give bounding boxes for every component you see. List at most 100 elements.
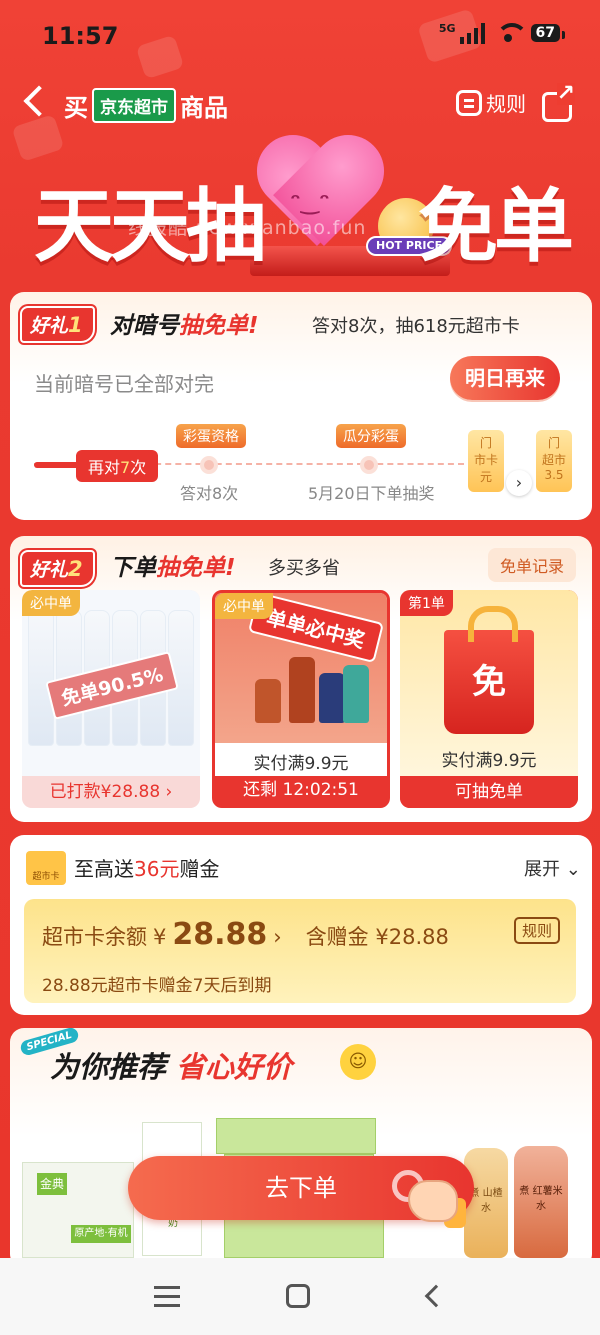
bonus-title: 至高送36元赠金 <box>74 853 219 882</box>
gift2-headline: 下单抽免单! <box>110 548 236 582</box>
bottle-icon <box>343 665 369 723</box>
balance-currency: ¥ <box>153 925 167 949</box>
product-line: 原产地·有机 <box>71 1225 131 1243</box>
milestone-node <box>200 456 218 474</box>
hero-banner: 天天抽 ᵔ‿ᵔ HOT PRICE 免单 线报酷-new.xianbao.fun <box>0 130 600 290</box>
milestone-sub: 答对8次 <box>180 484 239 503</box>
reward-card-mid: 超市 <box>541 453 566 467</box>
wifi-icon <box>495 23 528 43</box>
progress-text-b: 次 <box>130 458 147 477</box>
milk-box-image: 金典 原产地·有机 <box>22 1162 134 1258</box>
bonus-title-b: 赠金 <box>179 857 220 881</box>
watermark: 线报酷-new.xianbao.fun <box>128 217 367 239</box>
paid-out-label[interactable]: 已打款¥28.88 › <box>22 776 200 808</box>
supermarket-card-panel: 超市卡 至高送36元赠金 展开 ⌄ 超市卡余额 ¥ 28.88 › 含赠金 ¥2… <box>10 835 592 1015</box>
must-win-badge: 必中单 <box>22 590 80 616</box>
milestone-tag: 瓜分彩蛋 <box>336 424 406 448</box>
network-label: 5G <box>438 22 456 35</box>
battery-icon: 67 <box>530 24 566 42</box>
smiley-icon: ☺ <box>340 1044 376 1080</box>
signal-icon <box>459 22 485 44</box>
product-card-2[interactable]: 单单必中奖 实付满9.9元 必中单 还剩 12:02:51 <box>212 590 390 808</box>
pointing-hand-icon <box>392 1164 470 1230</box>
free-order-record-button[interactable]: 免单记录 <box>488 548 577 582</box>
reward-card-top: 门 <box>547 436 560 450</box>
page-title: 买 京东超市 商品 <box>64 88 228 123</box>
gift1-tag: 好礼1 <box>20 306 95 343</box>
gift1-tag-num: 1 <box>68 313 83 337</box>
back-icon[interactable] <box>23 85 55 117</box>
reward-card-top: 门 <box>479 436 492 450</box>
balance-row[interactable]: 超市卡余额 ¥ 28.88 › 含赠金 ¥28.88 <box>42 917 449 952</box>
hero-title-right: 免单 <box>418 180 574 273</box>
gift1-subline: 答对8次，抽618元超市卡 <box>312 316 520 337</box>
bottle-icon <box>319 673 345 723</box>
balance-box: 超市卡余额 ¥ 28.88 › 含赠金 ¥28.88 规则 28.88元超市卡赠… <box>24 899 576 1003</box>
product-card-1[interactable]: 免单90.5% 必中单 已打款¥28.88 › <box>22 590 200 808</box>
recommend-section: SPECIAL 为你推荐省心好价 ☺ 金典 原产地·有机 有机纯牛奶 煮 山楂水… <box>10 1028 592 1258</box>
progress-current: 再对7次 <box>76 450 159 482</box>
gift1-card: 好礼1 对暗号抽免单! 答对8次，抽618元超市卡 当前暗号已全部对完 明日再来… <box>10 292 592 520</box>
reward-card: 门市卡元 <box>468 430 504 492</box>
reward-cards[interactable]: 门市卡元 门超市 3.5 › <box>468 430 578 502</box>
chevron-right-icon[interactable]: › <box>506 470 532 496</box>
gift2-subline: 多买多省 <box>268 558 340 579</box>
supermarket-card-icon: 超市卡 <box>26 851 66 885</box>
draw-free-label[interactable]: 可抽免单 <box>400 776 578 808</box>
gift1-headline-c: ! <box>248 313 259 339</box>
gift2-tag: 好礼2 <box>20 550 95 587</box>
milestone-sub: 5月20日下单抽奖 <box>308 484 435 503</box>
balance-label: 超市卡余额 <box>42 925 147 949</box>
rules-button[interactable]: 规则 <box>456 88 526 117</box>
expire-note: 28.88元超市卡赠金7天后到期 <box>42 976 272 996</box>
gift2-headline-a: 下单 <box>110 555 156 581</box>
recommend-title-a: 为你推荐 <box>50 1050 167 1084</box>
gift1-headline-b: 抽免单 <box>179 313 248 339</box>
bonus-amount: 36元 <box>134 857 180 881</box>
price-threshold: 实付满9.9元 <box>441 751 537 771</box>
gift2-headline-b: 抽免单 <box>156 555 225 581</box>
product-brand: 金典 <box>37 1173 67 1195</box>
status-icons: 5G 67 <box>438 22 566 44</box>
chevron-right-icon: › <box>273 925 282 949</box>
gift2-headline-c: ! <box>225 555 236 581</box>
bonus-title-a: 至高送 <box>74 857 134 881</box>
title-suffix: 商品 <box>180 94 228 122</box>
expand-toggle[interactable]: 展开 ⌄ <box>524 855 581 881</box>
system-nav-bar <box>0 1258 600 1335</box>
must-win-badge: 必中单 <box>215 593 273 619</box>
menu-icon[interactable] <box>154 1286 180 1308</box>
store-badge: 京东超市 <box>92 88 176 123</box>
reward-card-bottom: 3.5 <box>544 468 564 482</box>
tea-bottle-image: 煮 红薯米水 <box>514 1146 568 1258</box>
gift2-tag-num: 2 <box>68 557 83 581</box>
come-back-tomorrow-button[interactable]: 明日再来 <box>450 356 560 400</box>
reward-card-mid: 市卡 <box>473 453 498 467</box>
page: 11:57 5G 67 买 京东超市 商品 规则 天天抽 ᵔ‿ᵔ HOT PRI… <box>0 0 600 1258</box>
reward-card: 门超市 3.5 <box>536 430 572 492</box>
gift1-tag-label: 好礼 <box>30 315 69 337</box>
countdown-label: 还剩 12:02:51 <box>215 776 387 805</box>
page-header: 买 京东超市 商品 规则 <box>0 80 600 130</box>
recommend-title-b: 省心好价 <box>176 1050 293 1084</box>
product-image: 免单90.5% <box>22 590 200 776</box>
gift1-headline-a: 对暗号 <box>110 313 179 339</box>
tissue-image <box>224 1218 384 1258</box>
gift2-tag-label: 好礼 <box>30 559 69 581</box>
free-bag-icon: 免 <box>444 606 534 734</box>
balance-rules-button[interactable]: 规则 <box>514 917 561 944</box>
product-image: 单单必中奖 实付满9.9元 <box>215 593 387 779</box>
recommend-title: 为你推荐 省心好价 <box>50 1044 292 1086</box>
product-image: 免 实付满9.9元 <box>400 590 578 776</box>
product-card-3[interactable]: 免 实付满9.9元 第1单 可抽免单 <box>400 590 578 808</box>
price-threshold: 实付满9.9元 <box>253 754 349 774</box>
bottle-icon <box>289 657 315 723</box>
share-icon[interactable] <box>542 83 575 122</box>
nav-back-icon[interactable] <box>424 1284 448 1308</box>
reward-card-bottom: 元 <box>479 470 492 484</box>
home-icon[interactable] <box>286 1284 310 1308</box>
bottle-icon <box>255 679 281 723</box>
rules-label: 规则 <box>486 92 526 116</box>
milestone-tag: 彩蛋资格 <box>176 424 246 448</box>
progress-text-a: 再对 <box>88 458 121 477</box>
